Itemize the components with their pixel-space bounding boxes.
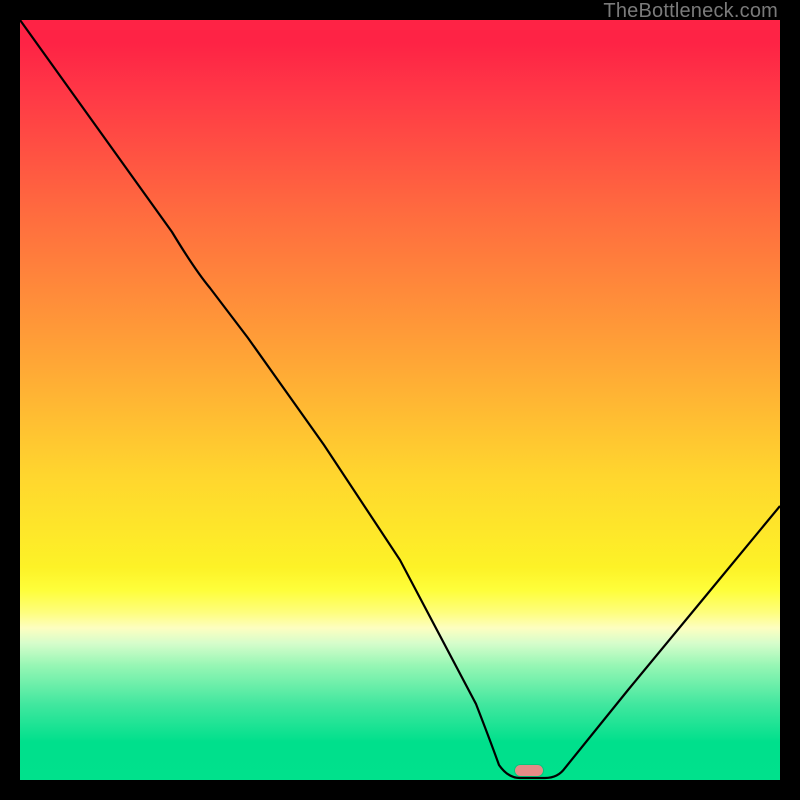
optimal-marker (515, 765, 543, 776)
plot-area (20, 20, 780, 780)
bottleneck-curve (20, 20, 780, 780)
curve-path (20, 20, 780, 778)
chart-frame: TheBottleneck.com (0, 0, 800, 800)
